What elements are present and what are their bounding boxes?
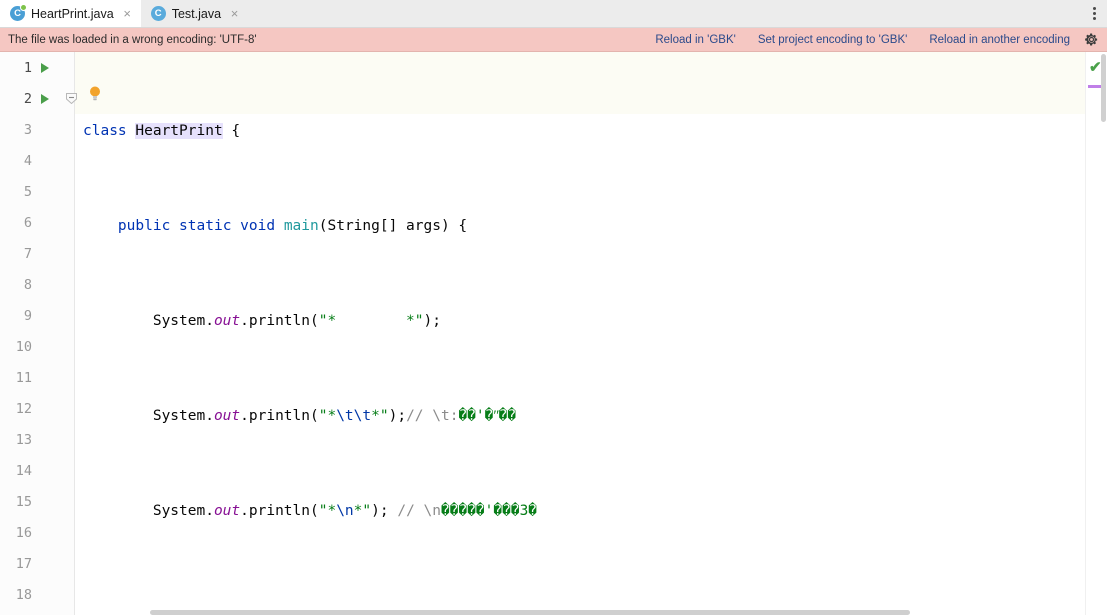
line-number: 12 <box>0 401 34 417</box>
code-editor[interactable]: 1 2 3 4 <box>0 52 1107 615</box>
tab-close-icon[interactable]: × <box>229 7 240 20</box>
code-text-area[interactable]: class HeartPrint { public static void ma… <box>75 52 1085 615</box>
tab-bar-spacer <box>248 0 1081 27</box>
tab-close-icon[interactable]: × <box>122 7 133 20</box>
code-line-4[interactable]: System.out.println("*\t\t*");// \t:��'�ʺ… <box>75 401 913 432</box>
line-number: 13 <box>0 432 34 448</box>
source-code: class HeartPrint { public static void ma… <box>75 52 913 615</box>
vertical-scrollbar-thumb[interactable] <box>1101 54 1106 122</box>
run-method-icon[interactable] <box>41 94 49 104</box>
ide-editor-window: C HeartPrint.java × C Test.java × The fi… <box>0 0 1107 615</box>
gutter-line-12: 12 <box>0 393 74 424</box>
tab-heartprint-java[interactable]: C HeartPrint.java × <box>0 0 141 27</box>
line-number: 18 <box>0 587 34 603</box>
line-number: 8 <box>0 277 34 293</box>
gutter-line-15: 15 <box>0 486 74 517</box>
inspection-ok-icon[interactable]: ✔ <box>1089 58 1102 76</box>
tab-test-java[interactable]: C Test.java × <box>141 0 248 27</box>
gutter-line-4: 4 <box>0 145 74 176</box>
set-project-encoding-link[interactable]: Set project encoding to 'GBK' <box>758 34 908 46</box>
gutter-line-9: 9 <box>0 300 74 331</box>
horizontal-scrollbar[interactable] <box>150 610 1063 615</box>
encoding-warning-banner: The file was loaded in a wrong encoding:… <box>0 28 1107 52</box>
line-number: 5 <box>0 184 34 200</box>
line-number: 7 <box>0 246 34 262</box>
tab-label: HeartPrint.java <box>31 7 114 21</box>
code-line-2[interactable]: public static void main(String[] args) { <box>75 211 913 242</box>
gutter-line-16: 16 <box>0 517 74 548</box>
reload-another-encoding-link[interactable]: Reload in another encoding <box>929 34 1070 46</box>
gutter-line-1: 1 <box>0 52 74 83</box>
line-number-column: 1 2 3 4 <box>0 52 74 610</box>
java-class-icon: C <box>151 6 166 21</box>
tab-overflow-menu-icon[interactable] <box>1081 0 1107 27</box>
gutter-line-5: 5 <box>0 176 74 207</box>
gutter-line-8: 8 <box>0 269 74 300</box>
line-number: 17 <box>0 556 34 572</box>
gutter-line-18: 18 <box>0 579 74 610</box>
line-number: 6 <box>0 215 34 231</box>
gutter-line-14: 14 <box>0 455 74 486</box>
code-line-3[interactable]: System.out.println("* *"); <box>75 306 913 337</box>
tab-label: Test.java <box>172 7 221 21</box>
java-class-icon: C <box>10 6 25 21</box>
inspection-marker-bar[interactable]: ✔ <box>1085 52 1107 615</box>
intention-bulb-icon[interactable] <box>89 86 101 102</box>
horizontal-scrollbar-thumb[interactable] <box>150 610 910 615</box>
gear-icon[interactable] <box>1084 32 1099 47</box>
run-class-icon[interactable] <box>41 63 49 73</box>
gutter-line-3: 3 <box>0 114 74 145</box>
gutter-line-6: 6 <box>0 207 74 238</box>
gutter-line-11: 11 <box>0 362 74 393</box>
gutter-line-7: 7 <box>0 238 74 269</box>
line-number: 10 <box>0 339 34 355</box>
line-number: 14 <box>0 463 34 479</box>
gutter-line-2: 2 <box>0 83 74 114</box>
code-line-1[interactable]: class HeartPrint { <box>75 116 913 147</box>
editor-gutter[interactable]: 1 2 3 4 <box>0 52 75 615</box>
line-number: 9 <box>0 308 34 324</box>
line-number: 3 <box>0 122 34 138</box>
gutter-line-10: 10 <box>0 331 74 362</box>
editor-tab-bar: C HeartPrint.java × C Test.java × <box>0 0 1107 28</box>
line-number: 1 <box>0 60 34 76</box>
reload-in-gbk-link[interactable]: Reload in 'GBK' <box>655 34 735 46</box>
code-fold-icon[interactable] <box>66 93 77 104</box>
gutter-line-17: 17 <box>0 548 74 579</box>
banner-message: The file was loaded in a wrong encoding:… <box>8 34 257 46</box>
line-number: 15 <box>0 494 34 510</box>
gutter-line-13: 13 <box>0 424 74 455</box>
line-number: 16 <box>0 525 34 541</box>
code-line-5[interactable]: System.out.println("*\n*"); // \n�����'�… <box>75 496 913 527</box>
line-number: 11 <box>0 370 34 386</box>
line-number: 4 <box>0 153 34 169</box>
line-number: 2 <box>0 91 34 107</box>
